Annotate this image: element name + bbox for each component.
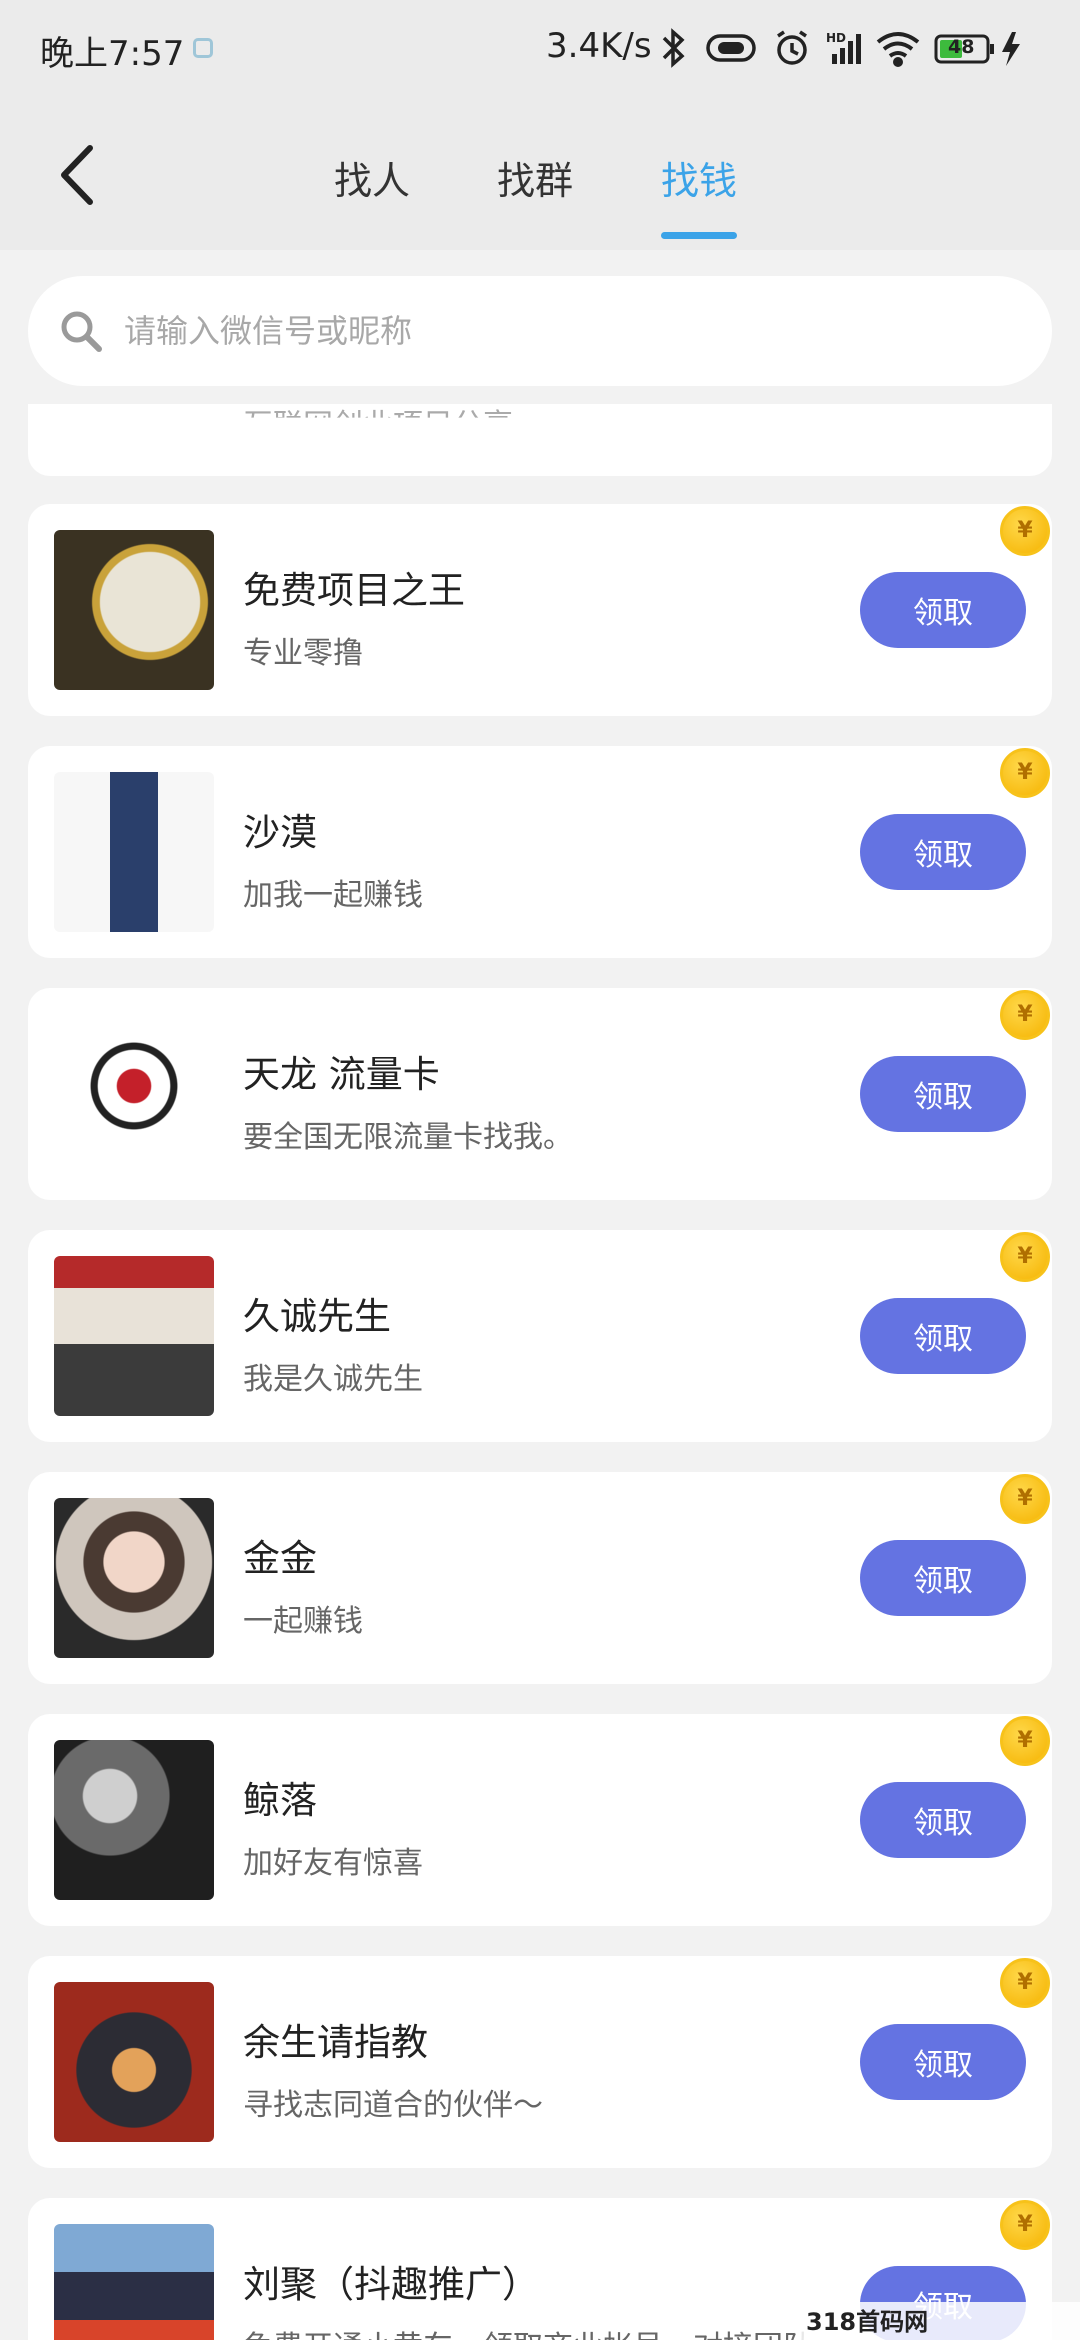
item-name: 久诚先生 [243,1295,391,1338]
avatar [54,1982,214,2142]
search-bar [28,276,1052,386]
item-name: 免费项目之王 [243,569,465,612]
wifi-icon [876,32,920,67]
item-name: 沙漠 [243,811,317,854]
item-desc: 免费开通小黄车，领取商业帐号…对接团队 [243,2322,813,2340]
item-desc: 一起赚钱 [243,1604,363,1639]
coin-icon: ¥ [1000,1232,1050,1282]
status-icons: HD [662,28,1020,68]
item-desc: 专业零撸 [243,636,363,671]
list-item[interactable]: 鲸落 加好友有惊喜 领取 ¥ [28,1714,1052,1926]
svg-text:HD: HD [826,31,846,45]
list-item[interactable]: 互联网创业项目分享 [28,404,1052,476]
avatar [54,1014,214,1174]
watermark: 318首码网 www.e318.com [800,2302,1080,2340]
claim-button[interactable]: 领取 [860,572,1026,648]
notification-icon [193,38,213,58]
item-desc: 加好友有惊喜 [243,1846,423,1881]
tab-find-groups[interactable]: 找群 [497,150,573,205]
item-desc: 要全国无限流量卡找我。 [243,1120,573,1155]
bluetooth-icon [662,28,685,68]
back-arrow-icon[interactable] [50,140,110,210]
coin-icon: ¥ [1000,748,1050,798]
avatar [54,1256,214,1416]
tab-find-money[interactable]: 找钱 [661,150,737,205]
coin-icon: ¥ [1000,1474,1050,1524]
network-speed: 3.4K/s [546,26,652,66]
item-name: 余生请指教 [243,2021,428,2064]
item-desc: 寻找志同道合的伙伴～ [243,2088,543,2123]
charging-icon [1002,32,1020,66]
alarm-icon [777,30,807,65]
coin-icon: ¥ [1000,1958,1050,2008]
list-item[interactable]: 久诚先生 我是久诚先生 领取 ¥ [28,1230,1052,1442]
avatar [54,1498,214,1658]
coin-icon: ¥ [1000,506,1050,556]
item-desc: 互联网创业项目分享 [243,408,513,443]
list-item[interactable]: 沙漠 加我一起赚钱 领取 ¥ [28,746,1052,958]
status-bar: 晚上7:57 3.4K/s HD 48 [0,0,1080,96]
claim-button[interactable]: 领取 [860,2024,1026,2100]
item-name: 刘聚（抖趣推广） [243,2263,539,2306]
list-item[interactable]: 天龙 流量卡 要全国无限流量卡找我。 领取 ¥ [28,988,1052,1200]
claim-button[interactable]: 领取 [860,814,1026,890]
tab-find-people[interactable]: 找人 [334,150,410,205]
list-item[interactable]: 余生请指教 寻找志同道合的伙伴～ 领取 ¥ [28,1956,1052,2168]
claim-button[interactable]: 领取 [860,1298,1026,1374]
status-time: 晚上7:57 [40,34,185,74]
money-list: 互联网创业项目分享 免费项目之王 专业零撸 领取 ¥ 沙漠 加我一起赚钱 领取 … [0,404,1080,2340]
item-name: 鲸落 [243,1779,317,1822]
battery-level: 48 [948,36,975,58]
coin-icon: ¥ [1000,990,1050,1040]
item-desc: 加我一起赚钱 [243,878,423,913]
active-tab-indicator [661,232,737,239]
vibrate-icon [706,34,756,62]
list-item[interactable]: 免费项目之王 专业零撸 领取 ¥ [28,504,1052,716]
list-item[interactable]: 金金 一起赚钱 领取 ¥ [28,1472,1052,1684]
item-name: 金金 [243,1537,317,1580]
avatar [54,530,214,690]
claim-button[interactable]: 领取 [860,1056,1026,1132]
coin-icon: ¥ [1000,2200,1050,2250]
claim-button[interactable]: 领取 [860,1782,1026,1858]
coin-icon: ¥ [1000,1716,1050,1766]
item-name: 天龙 流量卡 [243,1053,440,1096]
search-icon [61,311,102,352]
avatar [54,772,214,932]
avatar [54,2224,214,2340]
search-input[interactable] [124,304,1004,358]
claim-button[interactable]: 领取 [860,1540,1026,1616]
item-desc: 我是久诚先生 [243,1362,423,1397]
avatar [54,1740,214,1900]
signal-icon: HD [826,31,861,64]
top-nav: 找人 找群 找钱 [0,96,1080,250]
